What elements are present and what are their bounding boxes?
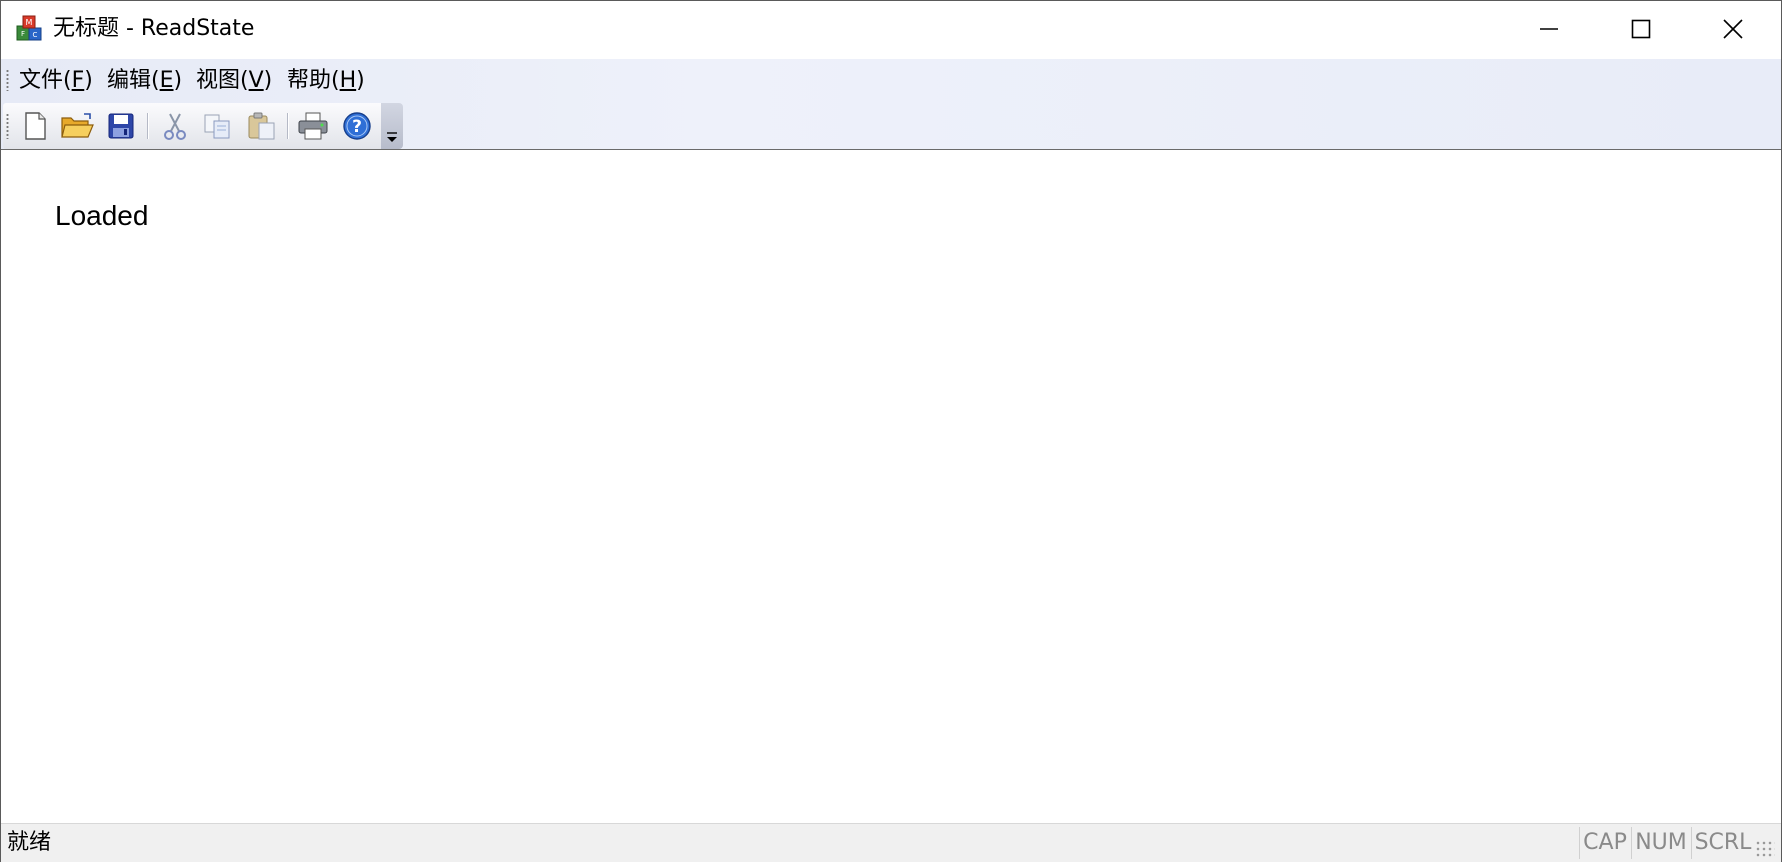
toolbar-grip[interactable] [6, 113, 9, 139]
status-message: 就绪 [7, 830, 52, 855]
open-button[interactable] [59, 109, 95, 143]
status-bar: 就绪 CAP NUM SCRL [1, 823, 1781, 862]
document-view[interactable]: Loaded [1, 150, 1781, 822]
menubar-grip[interactable] [6, 69, 9, 91]
new-button[interactable] [17, 109, 53, 143]
copy-icon [204, 114, 230, 139]
save-button[interactable] [103, 109, 139, 143]
mfc-app-icon[interactable]: M F C [15, 14, 45, 44]
new-document-icon [25, 112, 46, 140]
minimize-icon [1540, 28, 1558, 30]
print-icon [298, 112, 328, 140]
open-folder-icon [61, 113, 94, 138]
toolbar-separator [287, 113, 289, 139]
command-band: 文件(F) 编辑(E) 视图(V) 帮助(H) ? [1, 59, 1781, 150]
menu-help[interactable]: 帮助(H) [283, 66, 369, 96]
menu-bar: 文件(F) 编辑(E) 视图(V) 帮助(H) [1, 59, 401, 101]
svg-text:M: M [26, 18, 33, 27]
help-icon: ? [343, 112, 371, 140]
title-bar[interactable]: M F C 无标题 - ReadState [1, 1, 1781, 57]
svg-text:F: F [21, 30, 25, 38]
help-button[interactable]: ? [339, 109, 375, 143]
close-icon [1723, 19, 1743, 39]
svg-text:C: C [33, 31, 38, 39]
copy-button[interactable] [199, 109, 235, 143]
scroll-lock-indicator: SCRL [1691, 827, 1754, 859]
document-text: Loaded [55, 200, 149, 231]
print-button[interactable] [295, 109, 331, 143]
application-window: M F C 无标题 - ReadState 文件(F) 编辑(E) 视图(V) … [0, 0, 1782, 862]
close-button[interactable] [1687, 1, 1779, 57]
caps-lock-indicator: CAP [1579, 827, 1630, 859]
resize-grip[interactable] [1755, 840, 1775, 858]
maximize-icon [1631, 19, 1651, 39]
menu-edit[interactable]: 编辑(E) [103, 66, 186, 96]
cut-icon [164, 113, 186, 140]
menu-file[interactable]: 文件(F) [15, 66, 97, 96]
svg-text:?: ? [352, 117, 362, 137]
toolbar-separator [147, 113, 149, 139]
menu-view[interactable]: 视图(V) [192, 66, 276, 96]
window-title: 无标题 - ReadState [53, 16, 255, 41]
cut-button[interactable] [157, 109, 193, 143]
standard-toolbar: ? [3, 103, 401, 149]
save-icon [108, 113, 134, 139]
paste-button[interactable] [243, 109, 279, 143]
num-lock-indicator: NUM [1631, 827, 1690, 859]
toolbar-overflow-button[interactable] [381, 103, 403, 149]
minimize-button[interactable] [1503, 1, 1595, 57]
paste-icon [248, 112, 275, 140]
toolbar-overflow-icon [387, 132, 397, 142]
maximize-button[interactable] [1595, 1, 1687, 57]
